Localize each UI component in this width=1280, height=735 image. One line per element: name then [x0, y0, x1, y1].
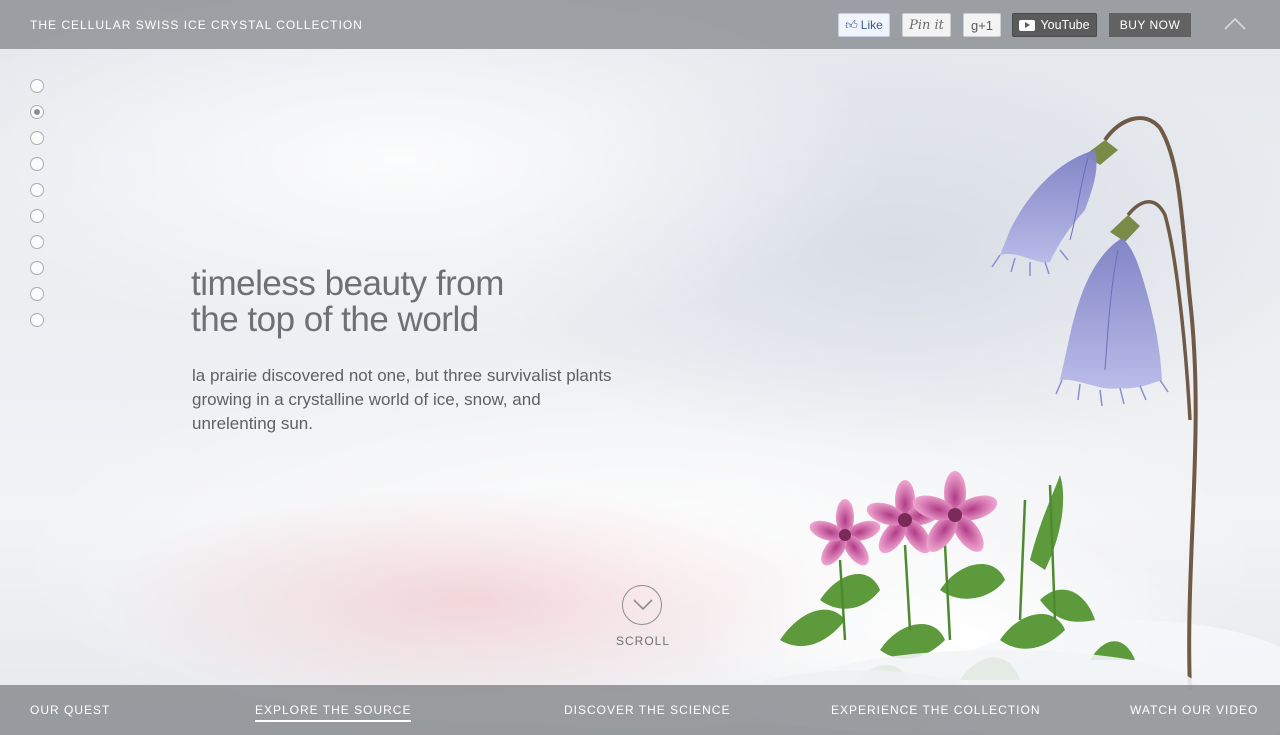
- youtube-label: YouTube: [1040, 18, 1090, 32]
- youtube-play-icon: [1019, 19, 1036, 31]
- pager-dot-6[interactable]: [30, 209, 44, 223]
- headline-line-1: timeless beauty from: [191, 264, 504, 303]
- buy-now-button[interactable]: BUY NOW: [1109, 13, 1191, 37]
- bottom-navigation: OUR QUEST EXPLORE THE SOURCE DISCOVER TH…: [0, 685, 1280, 735]
- nav-explore-the-source[interactable]: EXPLORE THE SOURCE: [255, 703, 412, 722]
- like-label: Like: [860, 18, 883, 32]
- pager-dot-10[interactable]: [30, 313, 44, 327]
- hero-body-text: la prairie discovered not one, but three…: [192, 366, 612, 433]
- pager-dot-8[interactable]: [30, 261, 44, 275]
- top-bar: THE CELLULAR SWISS ICE CRYSTAL COLLECTIO…: [0, 0, 1280, 49]
- headline-line-2: the top of the world: [191, 300, 479, 339]
- nav-our-quest[interactable]: OUR QUEST: [30, 703, 110, 717]
- pager-dot-7[interactable]: [30, 235, 44, 249]
- google-plus-button[interactable]: g+1: [963, 13, 1001, 37]
- scroll-down-button[interactable]: [622, 585, 662, 625]
- thumbs-up-icon: 👍︎: [845, 17, 858, 32]
- collection-title[interactable]: THE CELLULAR SWISS ICE CRYSTAL COLLECTIO…: [30, 18, 363, 32]
- pinterest-pin-button[interactable]: Pin it: [902, 13, 951, 37]
- nav-experience-the-collection[interactable]: EXPERIENCE THE COLLECTION: [831, 703, 1041, 717]
- pin-label: Pin it: [909, 17, 944, 33]
- pager-dot-4[interactable]: [30, 157, 44, 171]
- gplus-label: g+1: [970, 17, 994, 33]
- scroll-label: SCROLL: [615, 634, 671, 648]
- nav-discover-the-science[interactable]: DISCOVER THE SCIENCE: [564, 703, 730, 717]
- pager-dot-3[interactable]: [30, 131, 44, 145]
- hero-headline: timeless beauty from the top of the worl…: [191, 266, 611, 338]
- pager-dot-5[interactable]: [30, 183, 44, 197]
- facebook-like-button[interactable]: 👍︎ Like: [838, 13, 890, 37]
- pager-dot-2[interactable]: [30, 105, 44, 119]
- nav-watch-our-video[interactable]: WATCH OUR VIDEO: [1130, 703, 1258, 717]
- pager-dot-9[interactable]: [30, 287, 44, 301]
- pager-dot-1[interactable]: [30, 79, 44, 93]
- chevron-up-icon[interactable]: [1224, 17, 1246, 31]
- chevron-down-circle-icon: [633, 599, 653, 611]
- youtube-button[interactable]: YouTube: [1012, 13, 1097, 37]
